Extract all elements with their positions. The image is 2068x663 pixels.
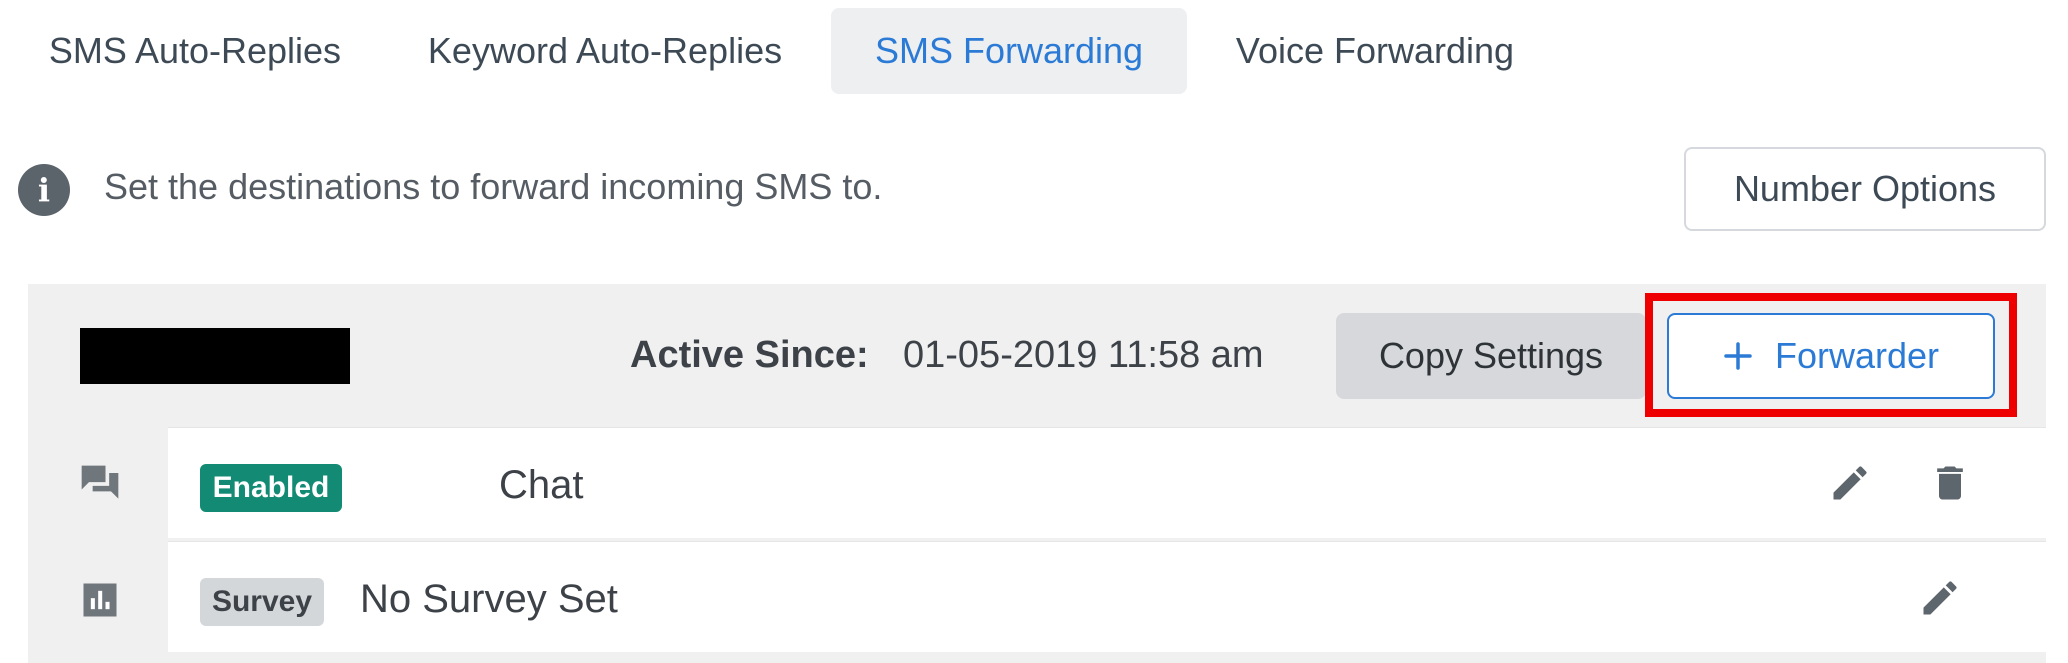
survey-badge: Survey	[200, 578, 324, 626]
chat-icon	[81, 465, 119, 499]
delete-icon[interactable]	[1928, 461, 1972, 505]
tab-voice-forwarding[interactable]: Voice Forwarding	[1210, 8, 1540, 94]
tab-sms-forwarding[interactable]: SMS Forwarding	[831, 8, 1187, 94]
info-icon: i	[18, 164, 70, 216]
forwarder-type: Chat	[499, 463, 584, 507]
forwarder-row	[168, 427, 2046, 538]
edit-icon[interactable]	[1828, 461, 1872, 505]
enabled-badge: Enabled	[200, 464, 342, 512]
tab-sms-auto-replies[interactable]: SMS Auto-Replies	[20, 8, 370, 94]
highlight-box	[1645, 293, 2017, 417]
survey-chart-icon	[83, 583, 117, 617]
active-since-label: Active Since:	[630, 334, 869, 376]
survey-value: No Survey Set	[360, 577, 618, 621]
tab-keyword-auto-replies[interactable]: Keyword Auto-Replies	[400, 8, 810, 94]
number-options-button[interactable]: Number Options	[1684, 147, 2046, 231]
redacted-number	[80, 328, 350, 384]
active-since-value: 01-05-2019 11:58 am	[903, 334, 1264, 376]
edit-icon[interactable]	[1918, 576, 1962, 620]
info-text: Set the destinations to forward incoming…	[104, 166, 883, 207]
copy-settings-button[interactable]: Copy Settings	[1336, 313, 1646, 399]
